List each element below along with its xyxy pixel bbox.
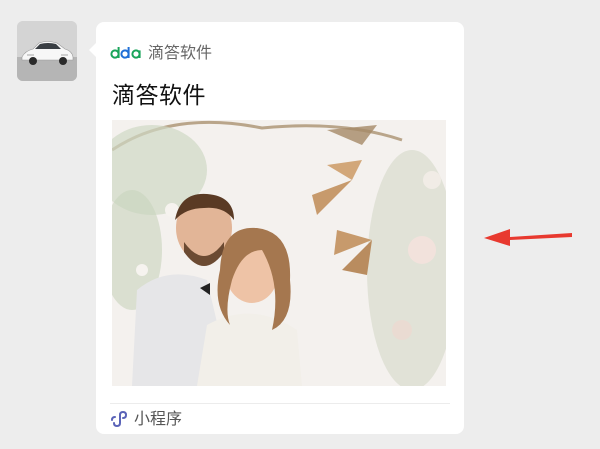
- card-cover-image[interactable]: [112, 120, 446, 386]
- dda-logo-icon: [110, 47, 141, 59]
- mini-program-card[interactable]: 滴答软件 滴答软件 小程序: [89, 22, 464, 434]
- card-divider: [110, 403, 450, 404]
- mini-program-label: 小程序: [134, 409, 183, 428]
- card-title: 滴答软件: [112, 83, 206, 109]
- sender-avatar[interactable]: [17, 21, 77, 81]
- wedding-photo-image: [112, 120, 446, 386]
- red-arrow-icon: [484, 229, 572, 246]
- app-name: 滴答软件: [148, 43, 213, 62]
- car-avatar-image: [17, 21, 77, 81]
- card-header: 滴答软件: [110, 42, 212, 64]
- chat-screen: 滴答软件 滴答软件 小程序: [0, 0, 600, 449]
- mini-program-icon: [111, 410, 128, 428]
- card-footer: 小程序: [110, 408, 182, 430]
